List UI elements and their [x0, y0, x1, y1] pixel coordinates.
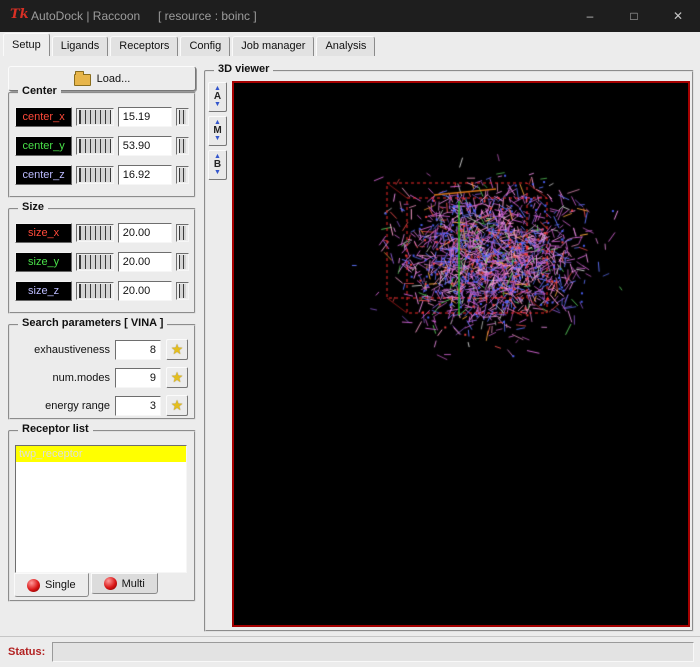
single-mode-icon	[27, 578, 40, 592]
search-parameters-group: Search parameters [ VINA ] exhaustivenes…	[8, 317, 196, 420]
main-tabbar: Setup Ligands Receptors Config Job manag…	[3, 33, 697, 56]
size-group: Size size_x 20.00 size_y 20.00 size_z 20…	[8, 201, 196, 314]
size-z-fine-wheel[interactable]	[176, 282, 190, 300]
size-y-thumbwheel[interactable]	[76, 253, 114, 271]
center-z-fine-wheel[interactable]	[176, 166, 190, 184]
receptor-list-group: Receptor list twp_receptor Single Multi	[8, 423, 196, 602]
center-y-fine-wheel[interactable]	[176, 137, 190, 155]
viewer-molecule-button[interactable]: ▲ M ▼	[208, 116, 227, 146]
center-y-button[interactable]: center_y	[15, 136, 73, 156]
title-bar: Tk AutoDock | Raccoon [ resource : boinc…	[0, 0, 700, 32]
status-bar: Status:	[0, 636, 700, 667]
energy-range-label: energy range	[45, 399, 110, 412]
center-x-label: center_x	[22, 111, 65, 123]
search-parameters-title: Search parameters [ VINA ]	[18, 317, 168, 329]
exhaustiveness-default-button[interactable]: ★	[166, 339, 188, 360]
viewer-3d-canvas[interactable]	[232, 81, 690, 627]
tab-single[interactable]: Single	[14, 573, 89, 597]
viewer-all-letter: A	[213, 91, 222, 102]
center-z-button[interactable]: center_z	[15, 165, 73, 185]
size-x-button[interactable]: size_x	[15, 223, 73, 243]
size-y-button[interactable]: size_y	[15, 252, 73, 272]
size-y-fine-wheel[interactable]	[176, 253, 190, 271]
center-x-button[interactable]: center_x	[15, 107, 73, 127]
center-group: Center center_x 15.19 center_y 53.90 cen…	[8, 85, 196, 198]
size-z-row: size_z 20.00	[15, 281, 190, 301]
center-z-row: center_z 16.92	[15, 165, 190, 185]
status-value	[52, 642, 694, 662]
receptor-list-item[interactable]: twp_receptor	[16, 446, 186, 462]
num-modes-input[interactable]: 9	[115, 367, 161, 388]
tab-job-manager[interactable]: Job manager	[232, 36, 315, 56]
tab-multi[interactable]: Multi	[90, 573, 158, 594]
size-x-thumbwheel[interactable]	[76, 224, 114, 242]
exhaustiveness-row: exhaustiveness 8 ★	[16, 339, 188, 360]
center-z-input[interactable]: 16.92	[117, 165, 173, 185]
center-x-thumbwheel[interactable]	[76, 108, 114, 126]
num-modes-default-button[interactable]: ★	[166, 367, 188, 388]
tk-logo-icon: Tk	[10, 7, 29, 22]
center-x-input[interactable]: 15.19	[117, 107, 173, 127]
receptor-mode-tabs: Single Multi	[14, 573, 160, 597]
exhaustiveness-input[interactable]: 8	[115, 339, 161, 360]
tab-ligands[interactable]: Ligands	[51, 36, 109, 56]
num-modes-label: num.modes	[52, 371, 110, 384]
down-arrow-icon: ▼	[214, 135, 221, 142]
tab-single-label: Single	[45, 579, 76, 591]
molecule-render	[234, 83, 688, 625]
tab-multi-label: Multi	[121, 577, 145, 590]
center-y-thumbwheel[interactable]	[76, 137, 114, 155]
tab-analysis[interactable]: Analysis	[316, 36, 376, 56]
center-z-label: center_z	[22, 169, 65, 181]
multi-mode-icon	[103, 577, 117, 590]
viewer-group: 3D viewer ▲ A ▼ ▲ M ▼ ▲ B ▼	[204, 63, 694, 632]
num-modes-row: num.modes 9 ★	[16, 367, 188, 388]
exhaustiveness-label: exhaustiveness	[34, 343, 110, 356]
close-button[interactable]: ✕	[656, 0, 700, 32]
status-label: Status:	[8, 646, 46, 658]
down-arrow-icon: ▼	[214, 169, 221, 176]
center-group-title: Center	[18, 85, 61, 97]
viewer-molecule-letter: M	[213, 125, 222, 136]
size-y-row: size_y 20.00	[15, 252, 190, 272]
receptor-listbox[interactable]: twp_receptor	[15, 445, 187, 573]
down-arrow-icon: ▼	[214, 101, 221, 108]
size-x-input[interactable]: 20.00	[117, 223, 173, 243]
viewer-group-title: 3D viewer	[214, 63, 274, 75]
size-y-label: size_y	[28, 256, 60, 268]
folder-icon	[73, 70, 91, 86]
receptor-list-title: Receptor list	[18, 423, 93, 435]
tab-setup[interactable]: Setup	[3, 33, 50, 56]
center-x-fine-wheel[interactable]	[176, 108, 190, 126]
energy-range-input[interactable]: 3	[115, 395, 161, 416]
window-title: AutoDock | Raccoon	[31, 9, 141, 23]
size-z-thumbwheel[interactable]	[76, 282, 114, 300]
minimize-button[interactable]: –	[568, 0, 612, 32]
energy-range-default-button[interactable]: ★	[166, 395, 188, 416]
size-x-fine-wheel[interactable]	[176, 224, 190, 242]
load-button-label: Load...	[96, 72, 131, 85]
viewer-all-button[interactable]: ▲ A ▼	[208, 82, 227, 112]
size-z-label: size_z	[28, 285, 60, 297]
size-x-label: size_x	[28, 227, 60, 239]
tab-config[interactable]: Config	[180, 36, 231, 56]
size-z-input[interactable]: 20.00	[117, 281, 173, 301]
tab-receptors[interactable]: Receptors	[110, 36, 179, 56]
maximize-button[interactable]: □	[612, 0, 656, 32]
viewer-box-button[interactable]: ▲ B ▼	[208, 150, 227, 180]
center-y-row: center_y 53.90	[15, 136, 190, 156]
center-z-thumbwheel[interactable]	[76, 166, 114, 184]
size-z-button[interactable]: size_z	[15, 281, 73, 301]
size-y-input[interactable]: 20.00	[117, 252, 173, 272]
size-group-title: Size	[18, 201, 49, 213]
energy-range-row: energy range 3 ★	[16, 395, 188, 416]
resource-label: [ resource : boinc ]	[158, 9, 257, 23]
viewer-box-letter: B	[213, 159, 222, 170]
size-x-row: size_x 20.00	[15, 223, 190, 243]
center-y-input[interactable]: 53.90	[117, 136, 173, 156]
center-x-row: center_x 15.19	[15, 107, 190, 127]
center-y-label: center_y	[22, 140, 65, 152]
